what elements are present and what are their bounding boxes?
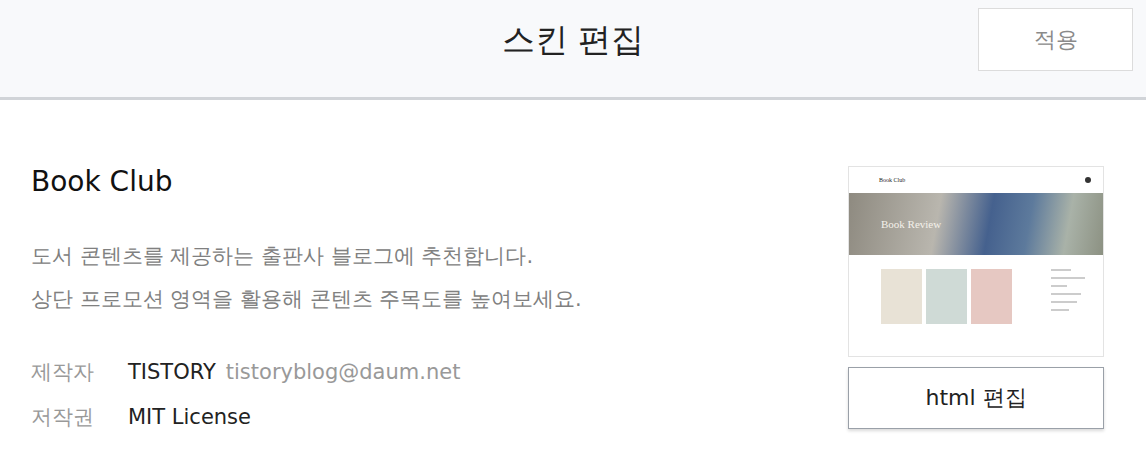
description-line: 상단 프로모션 영역을 활용해 콘텐츠 주목도를 높여보세요. [31, 278, 582, 321]
thumb-line [1051, 277, 1085, 279]
page-title: 스킨 편집 [502, 0, 645, 62]
html-edit-button[interactable]: html 편집 [848, 367, 1104, 429]
apply-button[interactable]: 적용 [978, 8, 1133, 71]
meta-extra: tistoryblog@daum.net [226, 360, 461, 384]
description-line: 도서 콘텐츠를 제공하는 출판사 블로그에 추천합니다. [31, 235, 582, 278]
skin-panel: Book Club 도서 콘텐츠를 제공하는 출판사 블로그에 추천합니다.상단 … [0, 100, 1146, 439]
thumb-content [849, 255, 1103, 356]
thumb-book [881, 269, 922, 324]
meta-row: 저작권MIT License [31, 394, 582, 439]
thumb-banner: Book Review [849, 193, 1103, 255]
thumb-sidebar [1051, 269, 1091, 356]
header-bar: 스킨 편집 적용 [0, 0, 1146, 100]
meta-label: 제작자 [31, 358, 128, 386]
skin-info: Book Club 도서 콘텐츠를 제공하는 출판사 블로그에 추천합니다.상단 … [31, 100, 582, 439]
thumb-books [881, 269, 1041, 356]
thumb-line [1051, 301, 1077, 303]
skin-description: 도서 콘텐츠를 제공하는 출판사 블로그에 추천합니다.상단 프로모션 영역을 … [31, 235, 582, 321]
thumb-line [1051, 269, 1071, 271]
skin-thumbnail: Book Club Book Review [848, 166, 1104, 357]
preview-column: Book Club Book Review html 편집 [848, 100, 1104, 439]
thumb-line [1051, 285, 1067, 287]
thumb-book [926, 269, 967, 324]
meta-value: MIT License [128, 405, 251, 429]
meta-value: TISTORY [128, 360, 216, 384]
skin-meta: 제작자TISTORY tistoryblog@daum.net 저작권MIT Lic… [31, 349, 582, 439]
skin-name: Book Club [31, 165, 582, 199]
meta-label: 저작권 [31, 403, 128, 431]
skin-edit-page: 스킨 편집 적용 Book Club 도서 콘텐츠를 제공하는 출판사 블로그에 추천… [0, 0, 1146, 474]
thumb-profile-icon [1085, 177, 1091, 183]
thumb-line [1051, 293, 1081, 295]
thumb-line [1051, 309, 1069, 311]
thumb-banner-text: Book Review [881, 218, 941, 230]
thumb-blog-title: Book Club [879, 177, 905, 183]
thumb-book [971, 269, 1012, 324]
meta-row: 제작자TISTORY tistoryblog@daum.net [31, 349, 582, 394]
thumb-topbar: Book Club [849, 167, 1103, 193]
